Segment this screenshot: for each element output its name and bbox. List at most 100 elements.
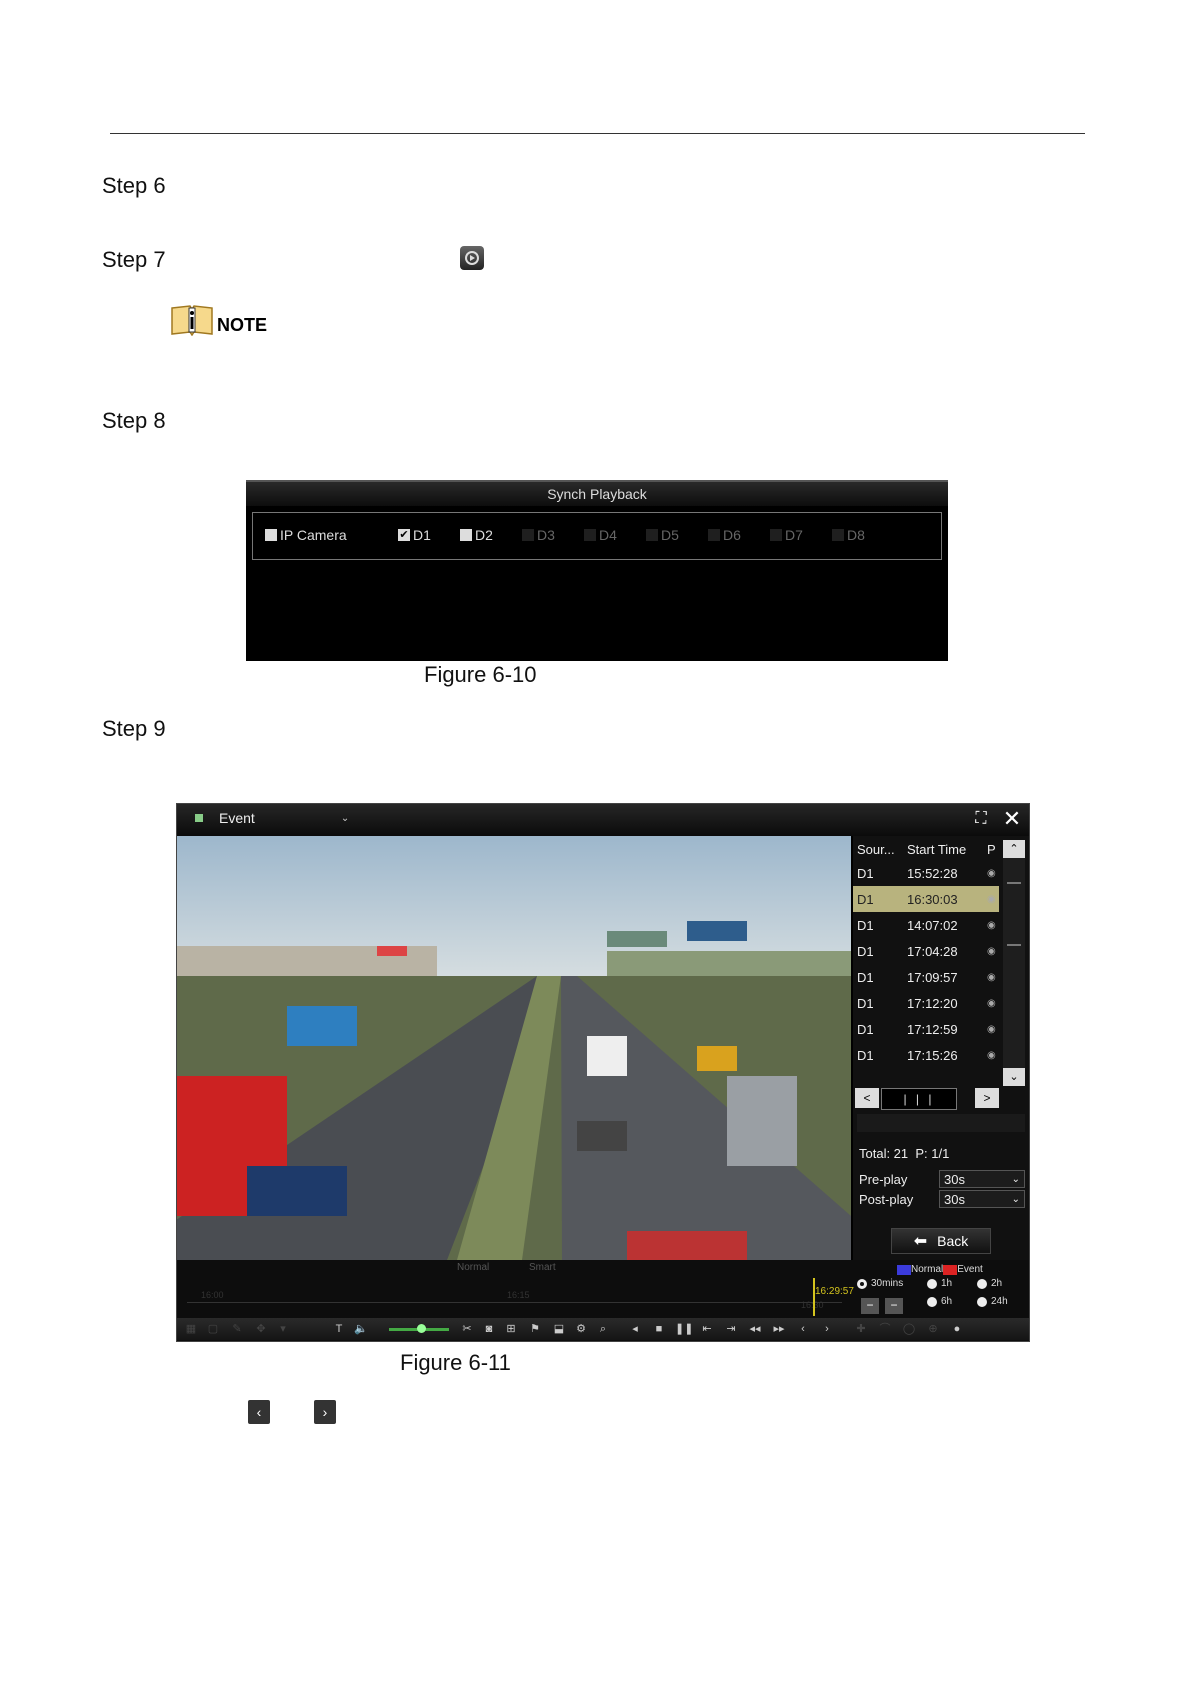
- layout-icon[interactable]: ▦: [183, 1321, 199, 1337]
- start-time-column-header[interactable]: Start Time: [903, 842, 987, 857]
- row-source: D1: [857, 1021, 874, 1037]
- tag-icon[interactable]: ⚑: [527, 1321, 543, 1337]
- record-row-selected[interactable]: D1 16:30:03 ◉: [853, 886, 999, 912]
- scroll-thumb[interactable]: [1007, 882, 1021, 946]
- range-6h-radio[interactable]: 6h: [927, 1296, 952, 1307]
- source-column-header[interactable]: Sour...: [853, 842, 903, 857]
- arc-icon[interactable]: ⌒: [877, 1321, 893, 1337]
- radio-selected[interactable]: [857, 1278, 867, 1289]
- record-row[interactable]: D1 14:07:02 ◉: [853, 912, 999, 938]
- prev-page-button[interactable]: <: [855, 1088, 879, 1108]
- clip-icon[interactable]: ✂: [459, 1321, 475, 1337]
- radio[interactable]: [927, 1296, 937, 1307]
- event-swatch: [943, 1264, 958, 1275]
- record-row[interactable]: D1 17:09:57 ◉: [853, 964, 999, 990]
- slow-down-icon[interactable]: ◂◂: [747, 1321, 763, 1337]
- pre-play-select[interactable]: 30s ⌄: [939, 1170, 1025, 1188]
- digital-zoom-icon[interactable]: ⌕: [595, 1321, 611, 1337]
- record-dot-icon[interactable]: ●: [949, 1321, 965, 1337]
- channel-d5-checkbox: D5: [646, 527, 679, 543]
- timeline-panel: Normal Smart 16:00 16:15 16:30 16:29:57 …: [177, 1260, 1029, 1341]
- volume-knob[interactable]: [417, 1324, 426, 1333]
- draw-icon[interactable]: ✎: [229, 1321, 245, 1337]
- row-source: D1: [857, 995, 874, 1011]
- window-icon[interactable]: ▢: [205, 1321, 221, 1337]
- close-icon[interactable]: ✕: [1001, 808, 1023, 830]
- playback-icon: [460, 246, 484, 270]
- zoom-out-button[interactable]: −: [861, 1298, 879, 1314]
- play-row-icon[interactable]: ◉: [987, 894, 999, 905]
- ip-camera-checkbox[interactable]: IP Camera: [265, 527, 347, 543]
- chevron-down-icon: ⌄: [1011, 1174, 1020, 1185]
- volume-icon[interactable]: 🔈: [353, 1321, 369, 1337]
- channel-label: D4: [599, 527, 617, 543]
- channel-d8-checkbox: D8: [832, 527, 865, 543]
- checkbox-checked[interactable]: ✔: [398, 529, 410, 541]
- pause-icon[interactable]: ❚❚: [675, 1321, 693, 1337]
- play-row-icon[interactable]: ◉: [987, 1050, 999, 1061]
- fullscreen-icon[interactable]: ⛶: [970, 808, 992, 830]
- record-row[interactable]: D1 15:52:28 ◉: [853, 860, 999, 886]
- post-play-select[interactable]: 30s ⌄: [939, 1190, 1025, 1208]
- rotate-icon[interactable]: ◯: [901, 1321, 917, 1337]
- checkbox-box: [708, 529, 720, 541]
- play-row-icon[interactable]: ◉: [987, 946, 999, 957]
- play-row-icon[interactable]: ◉: [987, 920, 999, 931]
- scroll-down-icon[interactable]: ⌄: [1003, 1068, 1025, 1086]
- zoom-in-button[interactable]: −: [885, 1298, 903, 1314]
- settings-icon[interactable]: ⚙: [573, 1321, 589, 1337]
- lock-file-icon[interactable]: ⊞: [503, 1321, 519, 1337]
- channel-d1-checkbox[interactable]: ✔ D1: [398, 527, 431, 543]
- reverse-play-icon[interactable]: ◂: [627, 1321, 643, 1337]
- tick-label: 16:00: [201, 1290, 224, 1300]
- record-row[interactable]: D1 17:12:20 ◉: [853, 990, 999, 1016]
- timeline-cursor[interactable]: [813, 1278, 815, 1316]
- play-row-icon[interactable]: ◉: [987, 1024, 999, 1035]
- ptz-icon[interactable]: ✥: [253, 1321, 269, 1337]
- checkbox-box[interactable]: [460, 529, 472, 541]
- radio[interactable]: [977, 1296, 987, 1307]
- channel-d2-checkbox[interactable]: D2: [460, 527, 493, 543]
- record-list-panel: Sour... Start Time P D1 15:52:28 ◉ D1 16…: [853, 836, 1029, 1260]
- range-24h-radio[interactable]: 24h: [977, 1296, 1008, 1307]
- speed-up-icon[interactable]: ▸▸: [771, 1321, 787, 1337]
- snapshot-icon[interactable]: ◙: [481, 1321, 497, 1337]
- export-icon[interactable]: ⬓: [551, 1321, 567, 1337]
- row-start-time: 14:07:02: [907, 917, 958, 933]
- back-button[interactable]: ⬅ Back: [891, 1228, 991, 1254]
- record-row[interactable]: D1 17:12:59 ◉: [853, 1016, 999, 1042]
- channel-label: D6: [723, 527, 741, 543]
- move-icon[interactable]: ✚: [853, 1321, 869, 1337]
- radio[interactable]: [977, 1278, 987, 1289]
- step-back-icon[interactable]: ⇤: [699, 1321, 715, 1337]
- chevron-left-icon: ‹: [248, 1400, 270, 1424]
- step-6-label: Step 6: [102, 173, 166, 198]
- play-row-icon[interactable]: ◉: [987, 998, 999, 1009]
- range-1h-radio[interactable]: 1h: [927, 1278, 952, 1289]
- record-row[interactable]: D1 17:04:28 ◉: [853, 938, 999, 964]
- range-2h-radio[interactable]: 2h: [977, 1278, 1002, 1289]
- checkbox-box[interactable]: [265, 529, 277, 541]
- add-icon[interactable]: ⊕: [925, 1321, 941, 1337]
- video-frame-highway: [177, 836, 851, 1260]
- figure-6-10-caption: Figure 6-10: [424, 662, 537, 687]
- range-30mins-radio[interactable]: 30mins: [857, 1278, 903, 1289]
- text-overlay-icon[interactable]: T: [331, 1321, 347, 1337]
- record-row[interactable]: D1 17:15:26 ◉: [853, 1042, 999, 1068]
- p-column-header[interactable]: P: [987, 842, 999, 857]
- next-day-icon[interactable]: ›: [819, 1321, 835, 1337]
- timeline-track[interactable]: [187, 1302, 842, 1315]
- channel-d6-checkbox: D6: [708, 527, 741, 543]
- stop-icon[interactable]: ■: [651, 1321, 667, 1337]
- step-forward-icon[interactable]: ⇥: [723, 1321, 739, 1337]
- play-row-icon[interactable]: ◉: [987, 972, 999, 983]
- tool-icon[interactable]: ▾: [275, 1321, 291, 1337]
- prev-day-icon[interactable]: ‹: [795, 1321, 811, 1337]
- row-start-time: 17:12:20: [907, 995, 958, 1011]
- radio[interactable]: [927, 1278, 937, 1289]
- scroll-up-icon[interactable]: ⌃: [1003, 840, 1025, 858]
- playback-mode-select[interactable]: Event ⌄: [195, 810, 349, 826]
- next-page-button[interactable]: >: [975, 1088, 999, 1108]
- list-scrollbar[interactable]: ⌃ ⌄: [1003, 840, 1025, 1086]
- play-row-icon[interactable]: ◉: [987, 868, 999, 879]
